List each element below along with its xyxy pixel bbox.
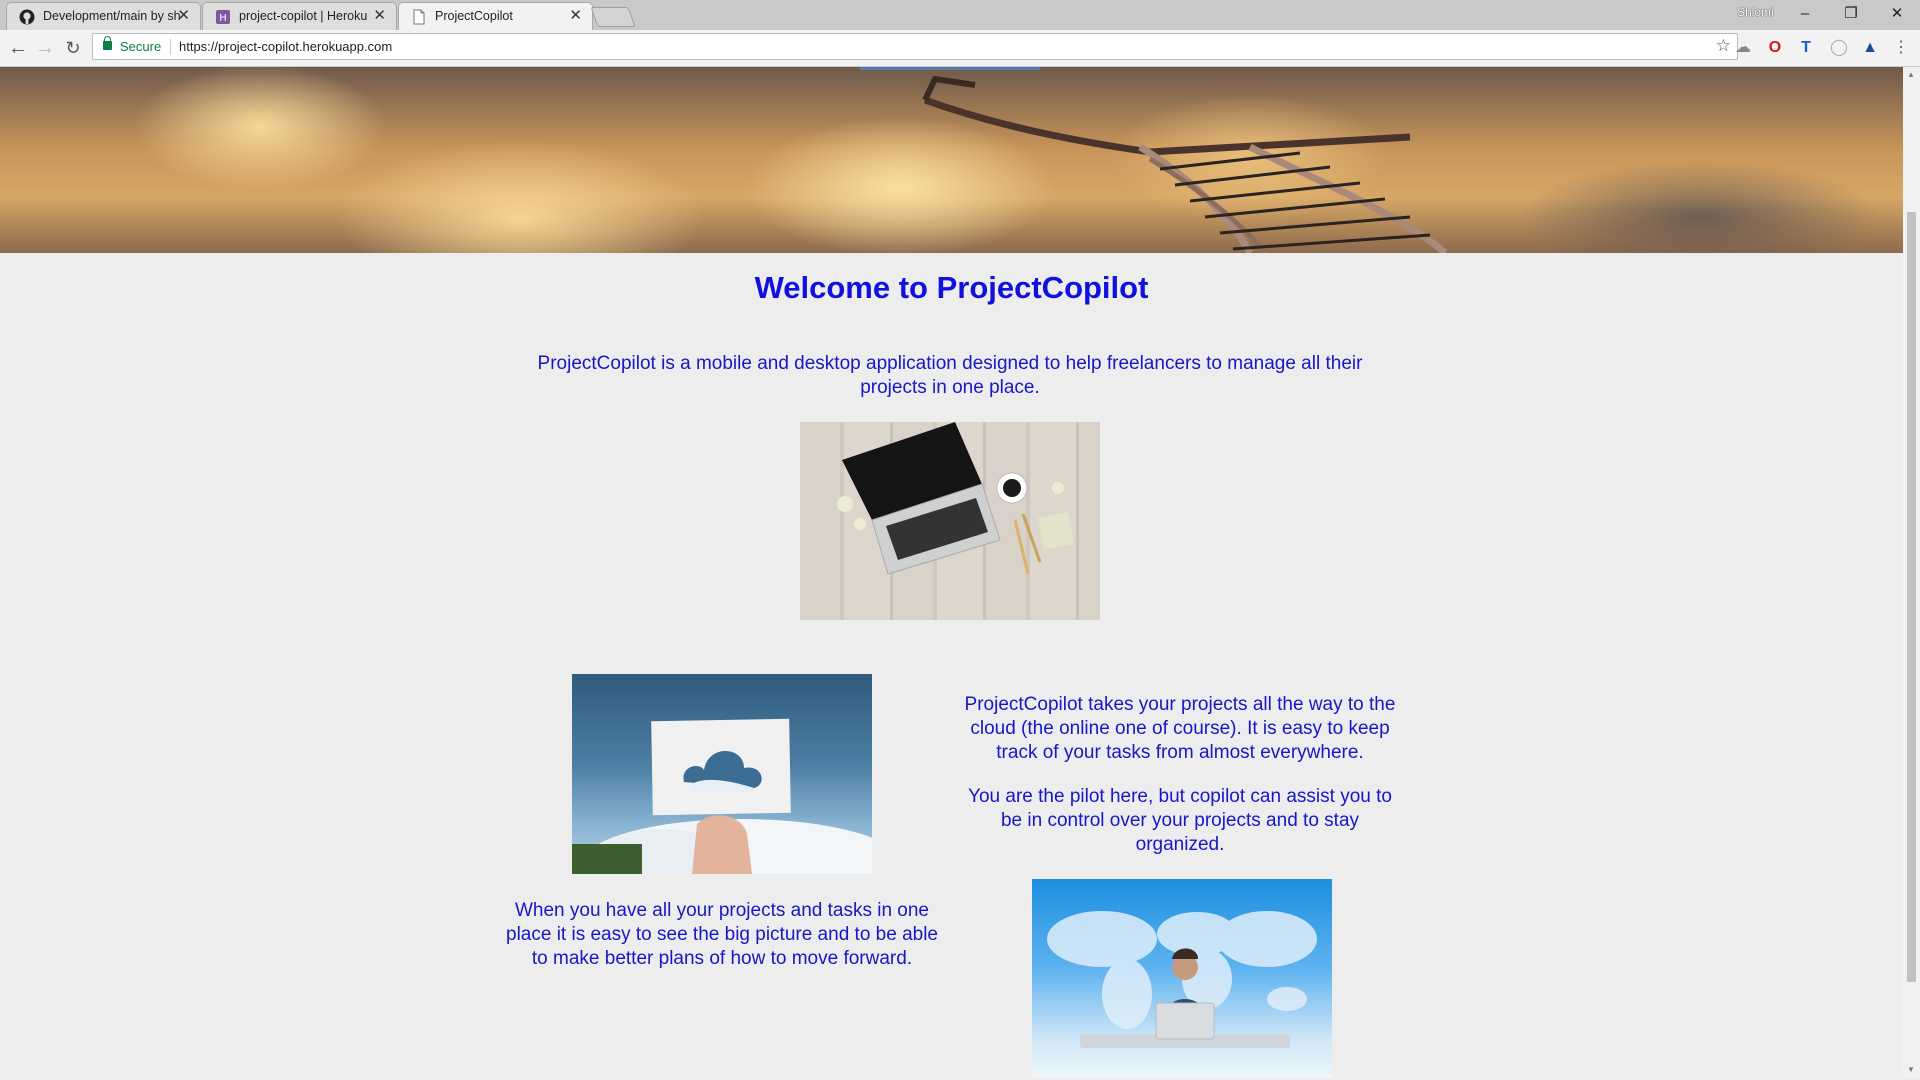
minimize-icon[interactable]: –	[1782, 2, 1828, 26]
bookmark-star-icon[interactable]: ☆	[1716, 36, 1731, 56]
extension-icon[interactable]: T	[1796, 38, 1816, 58]
tab-github[interactable]: Development/main by sh ✕	[6, 2, 201, 30]
menu-icon[interactable]: ⋮	[1891, 38, 1911, 58]
close-icon[interactable]: ✕	[569, 7, 582, 25]
cloud-description: ProjectCopilot takes your projects all t…	[964, 694, 1396, 763]
tab-title: ProjectCopilot	[435, 9, 513, 23]
hero-banner-image	[0, 67, 1903, 253]
close-icon[interactable]: ✕	[373, 7, 386, 25]
profile-name[interactable]: Shlomi	[1737, 5, 1774, 19]
url-text[interactable]: https://project-copilot.herokuapp.com	[179, 39, 392, 54]
lock-icon	[103, 36, 112, 50]
back-icon[interactable]: ←	[6, 36, 30, 60]
heroku-icon: H	[216, 10, 230, 24]
scroll-thumb[interactable]	[1907, 212, 1916, 982]
ladder-to-sky-illustration	[860, 67, 1448, 253]
pilot-description: You are the pilot here, but copilot can …	[968, 786, 1392, 855]
page-content: Welcome to ProjectCopilot ProjectCopilot…	[0, 67, 1903, 1078]
world-map-person-image	[1032, 879, 1332, 1078]
tab-strip: Development/main by sh ✕ H project-copil…	[0, 0, 1920, 31]
close-icon[interactable]: ✕	[177, 7, 190, 25]
opera-icon[interactable]: O	[1765, 38, 1785, 58]
tab-title: Development/main by sh	[43, 9, 181, 23]
svg-text:H: H	[219, 13, 227, 24]
cloud-cutout-image	[572, 674, 872, 874]
reload-icon[interactable]: ↻	[61, 36, 85, 60]
restore-icon[interactable]: ❐	[1828, 2, 1874, 26]
new-tab-button[interactable]	[590, 7, 636, 27]
extension-icon[interactable]: ◯	[1829, 38, 1849, 58]
extension-icon[interactable]: ☁	[1733, 38, 1753, 58]
security-label[interactable]: Secure	[120, 39, 161, 54]
intro-text: ProjectCopilot is a mobile and desktop a…	[537, 353, 1363, 398]
tab-projectcopilot[interactable]: ProjectCopilot ✕	[398, 2, 593, 31]
address-bar[interactable]: Secure https://project-copilot.herokuapp…	[92, 33, 1738, 60]
extension-icon[interactable]: ▲	[1860, 38, 1880, 58]
tab-heroku[interactable]: H project-copilot | Heroku ✕	[202, 2, 397, 30]
divider	[170, 39, 171, 55]
scroll-up-icon[interactable]: ▲	[1907, 70, 1915, 79]
laptop-desk-image	[800, 422, 1100, 620]
page-scrollbar[interactable]: ▲ ▼	[1903, 67, 1920, 1078]
big-picture-description: When you have all your projects and task…	[506, 900, 938, 969]
page-title: Welcome to ProjectCopilot	[754, 270, 1149, 305]
github-icon	[19, 9, 35, 25]
close-window-icon[interactable]: ✕	[1874, 2, 1920, 26]
scroll-down-icon[interactable]: ▼	[1907, 1065, 1915, 1074]
tab-title: project-copilot | Heroku	[239, 9, 368, 23]
forward-icon[interactable]: →	[33, 36, 57, 60]
browser-toolbar: ← → ↻ Secure https://project-copilot.her…	[0, 30, 1920, 67]
document-icon	[413, 9, 425, 25]
